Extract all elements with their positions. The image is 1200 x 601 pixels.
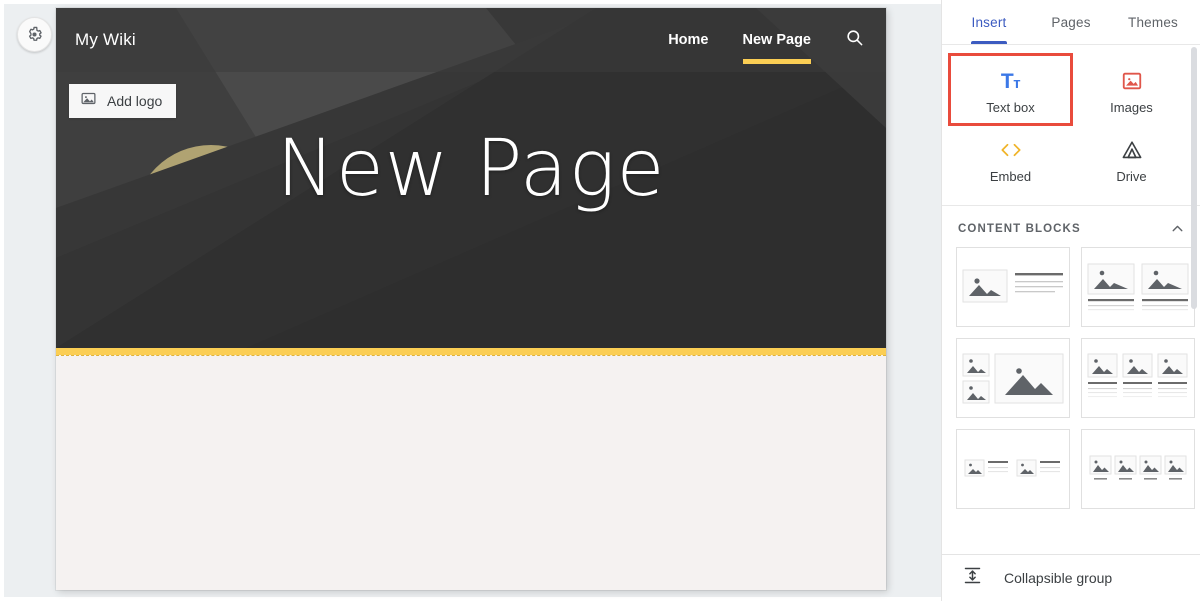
google-drive-icon [1120, 135, 1144, 165]
tab-themes[interactable]: Themes [1112, 0, 1194, 44]
nav-links: Home New Page [668, 8, 886, 72]
search-icon [845, 28, 864, 52]
insert-text-box-label: Text box [986, 100, 1035, 115]
panel-scrollbar[interactable] [1191, 45, 1199, 554]
insert-embed-label: Embed [989, 169, 1032, 184]
insert-actions-grid: Tт Text box Images Embed Drive [942, 45, 1200, 206]
collapsible-group-icon [962, 565, 983, 591]
collapsible-group-label: Collapsible group [1004, 570, 1113, 586]
block-two-image-text-pairs-inline[interactable] [956, 429, 1070, 509]
block-two-images-with-captions[interactable] [1081, 247, 1195, 327]
panel-tab-bar: Insert Pages Themes [942, 0, 1200, 44]
image-placeholder-icon [80, 90, 97, 112]
tab-pages[interactable]: Pages [1030, 0, 1112, 44]
editor-canvas: My Wiki Home New Page Add logo New Page [0, 0, 941, 601]
nav-link-home[interactable]: Home [668, 8, 708, 72]
nav-link-new-page[interactable]: New Page [742, 8, 811, 72]
tab-insert[interactable]: Insert [948, 0, 1030, 44]
add-logo-label: Add logo [107, 93, 163, 109]
embed-code-icon [998, 135, 1024, 165]
insert-side-panel: Insert Pages Themes Tт Text box Images E… [941, 0, 1200, 601]
block-two-small-images-one-large[interactable] [956, 338, 1070, 418]
banner-accent-bar [56, 348, 886, 355]
banner-page-heading[interactable]: New Page [56, 130, 886, 208]
block-image-left-text-right[interactable] [956, 247, 1070, 327]
site-banner[interactable]: My Wiki Home New Page Add logo New Page [56, 8, 886, 348]
sites-editor-window: My Wiki Home New Page Add logo New Page … [0, 0, 1200, 601]
content-blocks-header[interactable]: CONTENT BLOCKS [942, 206, 1200, 247]
add-logo-button[interactable]: Add logo [69, 84, 177, 118]
page-body-section[interactable] [56, 356, 886, 590]
text-box-icon: Tт [1000, 69, 1021, 93]
site-title[interactable]: My Wiki [75, 30, 136, 50]
insert-drive-label: Drive [1116, 169, 1147, 184]
gear-icon [26, 26, 43, 43]
insert-drive-button[interactable]: Drive [1071, 124, 1192, 193]
block-four-images-with-captions[interactable] [1081, 429, 1195, 509]
site-navigation-bar: My Wiki Home New Page [56, 8, 886, 72]
content-blocks-grid [942, 247, 1200, 523]
block-three-images-with-captions[interactable] [1081, 338, 1195, 418]
site-search-button[interactable] [845, 28, 864, 52]
insert-text-box-button[interactable]: Tт Text box [948, 53, 1073, 126]
content-blocks-title: CONTENT BLOCKS [958, 222, 1081, 235]
panel-scrollbar-thumb[interactable] [1191, 47, 1197, 309]
insert-images-label: Images [1110, 100, 1153, 115]
section-drop-indicator [56, 355, 886, 356]
panel-scroll-area: Tт Text box Images Embed Drive CONTENT B… [942, 44, 1200, 554]
collapsible-group-button[interactable]: Collapsible group [942, 554, 1200, 601]
images-icon [1121, 66, 1143, 96]
settings-gear-button[interactable] [17, 17, 52, 52]
insert-embed-button[interactable]: Embed [950, 124, 1071, 193]
insert-images-button[interactable]: Images [1071, 55, 1192, 124]
chevron-up-icon[interactable] [1169, 220, 1186, 237]
site-preview-page: My Wiki Home New Page Add logo New Page [56, 8, 886, 590]
